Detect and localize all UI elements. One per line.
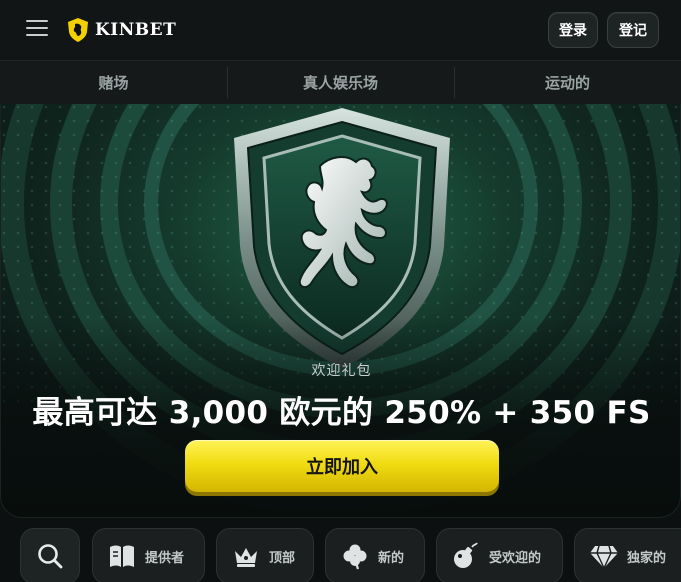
- welcome-banner: 欢迎礼包 最高可达 3,000 欧元的 250% + 350 FS 立即加入: [0, 104, 681, 518]
- diamond-icon: [589, 541, 619, 571]
- logo-mark-icon: [68, 18, 88, 42]
- category-new-label: 新的: [378, 550, 405, 566]
- kinbet-logo[interactable]: KINBET: [66, 16, 176, 44]
- tab-sports[interactable]: 运动的: [454, 61, 681, 104]
- hamburger-menu-icon[interactable]: [26, 20, 48, 38]
- category-popular[interactable]: 受欢迎的: [436, 528, 563, 582]
- search-button[interactable]: [20, 528, 80, 582]
- category-popular-label: 受欢迎的: [489, 550, 542, 566]
- register-button[interactable]: 登记: [607, 12, 659, 48]
- category-exclusive[interactable]: 独家的: [574, 528, 681, 582]
- bomb-icon: [451, 541, 481, 571]
- category-top[interactable]: 顶部: [216, 528, 314, 582]
- join-now-button[interactable]: 立即加入: [185, 440, 499, 492]
- tab-live-casino[interactable]: 真人娱乐场: [227, 61, 454, 104]
- category-top-label: 顶部: [269, 550, 296, 566]
- section-nav: 赌场 真人娱乐场 运动的: [0, 60, 681, 104]
- search-icon: [38, 544, 63, 569]
- clover-icon: [340, 541, 370, 571]
- category-new[interactable]: 新的: [325, 528, 425, 582]
- tab-casino[interactable]: 赌场: [0, 61, 227, 104]
- book-icon: [107, 541, 137, 571]
- crown-icon: [231, 541, 261, 571]
- promo-title: 最高可达 3,000 欧元的 250% + 350 FS: [32, 395, 651, 431]
- login-button[interactable]: 登录: [548, 12, 598, 48]
- top-header: KINBET 登录 登记: [0, 0, 681, 60]
- promo-label: 欢迎礼包: [311, 363, 372, 379]
- category-providers-label: 提供者: [145, 550, 185, 566]
- category-bar: 提供者 顶部 新的 受欢迎的 独家的: [0, 524, 681, 582]
- category-providers[interactable]: 提供者: [92, 528, 205, 582]
- category-exclusive-label: 独家的: [627, 550, 667, 566]
- logo-text: KINBET: [95, 20, 177, 40]
